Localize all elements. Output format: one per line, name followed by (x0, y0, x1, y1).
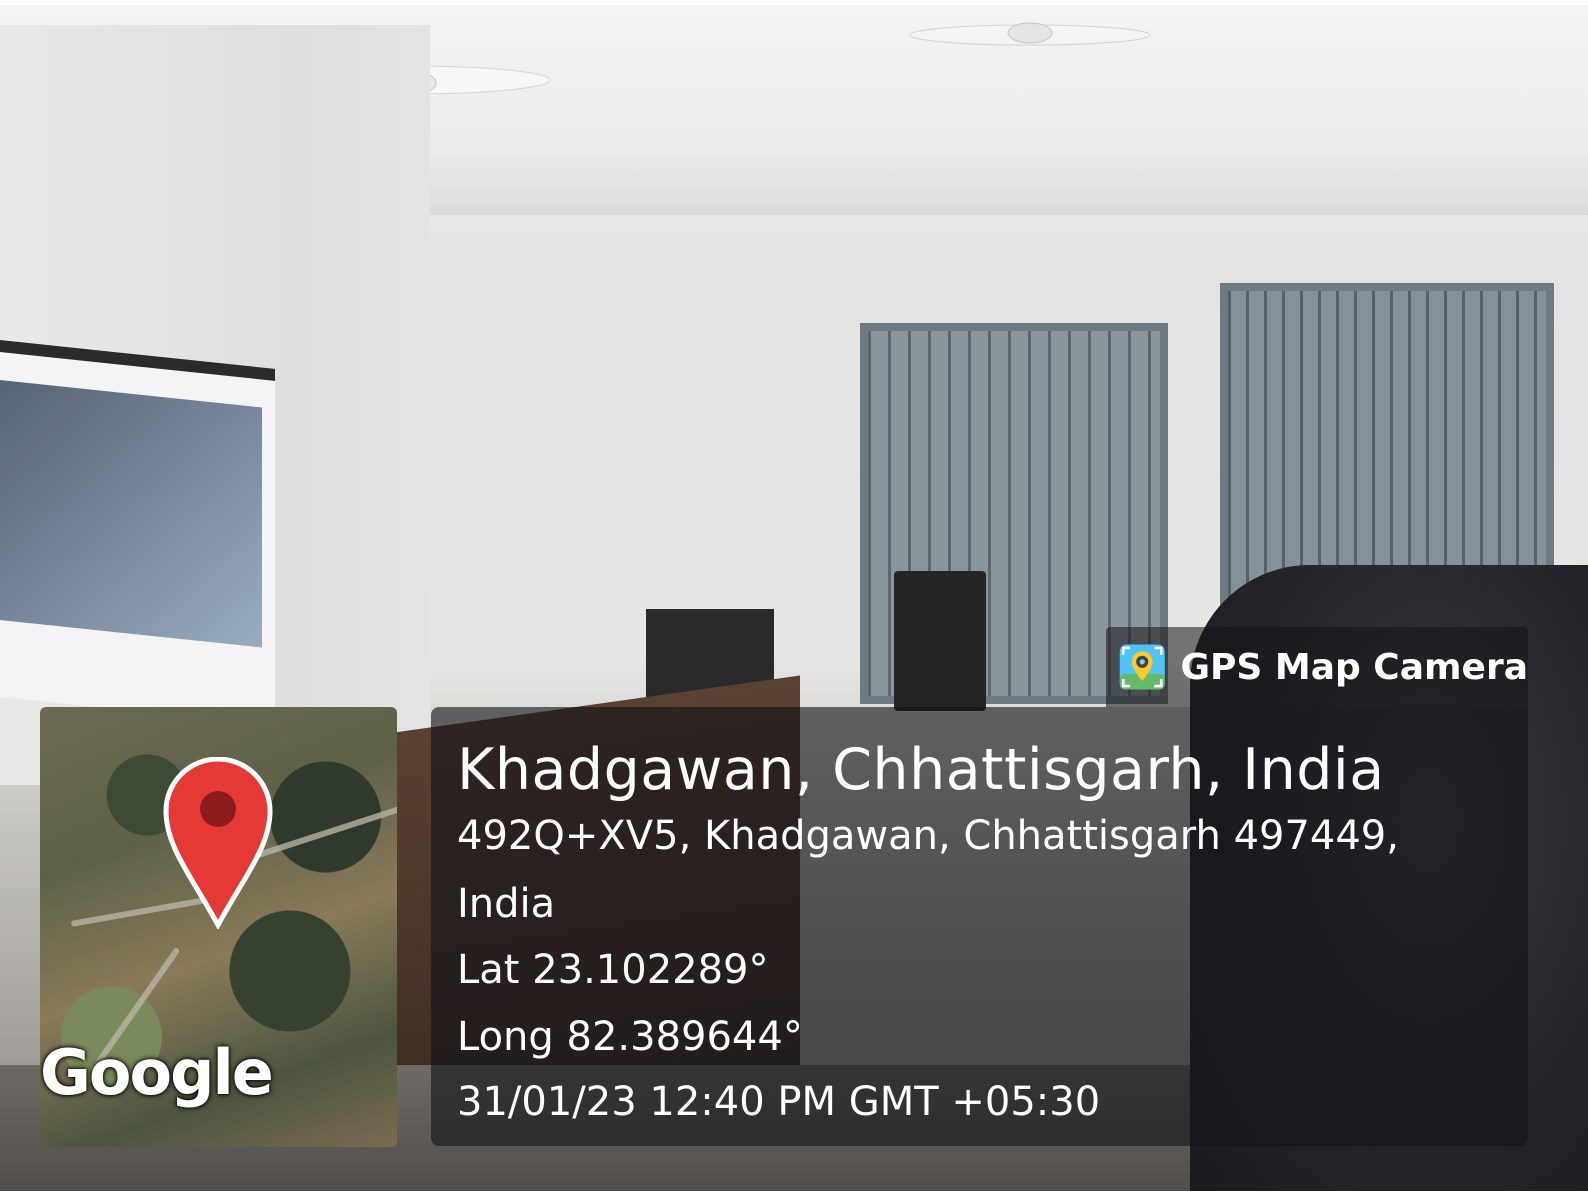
gps-app-tag: GPS Map Camera (1106, 627, 1528, 707)
location-info-panel: Khadgawan, Chhattisgarh, India 492Q+XV5,… (431, 707, 1528, 1146)
latitude-text: Lat 23.102289° (457, 947, 769, 993)
projected-video-call (0, 380, 262, 648)
address-line-2: India (457, 881, 556, 927)
gps-app-name: GPS Map Camera (1180, 646, 1528, 688)
longitude-text: Long 82.389644° (457, 1014, 803, 1060)
datetime-text: 31/01/23 12:40 PM GMT +05:30 (457, 1079, 1101, 1125)
gps-map-camera-app-icon (1119, 644, 1165, 690)
google-logo: Google (40, 1036, 274, 1109)
projection-screen (0, 340, 275, 726)
map-pin-icon (163, 757, 273, 929)
speaker-box (894, 571, 986, 711)
map-thumbnail: Google (40, 707, 397, 1147)
address-line-1: 492Q+XV5, Khadgawan, Chhattisgarh 497449… (457, 813, 1399, 859)
ceiling-fan-icon (909, 22, 1151, 46)
place-name: Khadgawan, Chhattisgarh, India (457, 737, 1385, 803)
